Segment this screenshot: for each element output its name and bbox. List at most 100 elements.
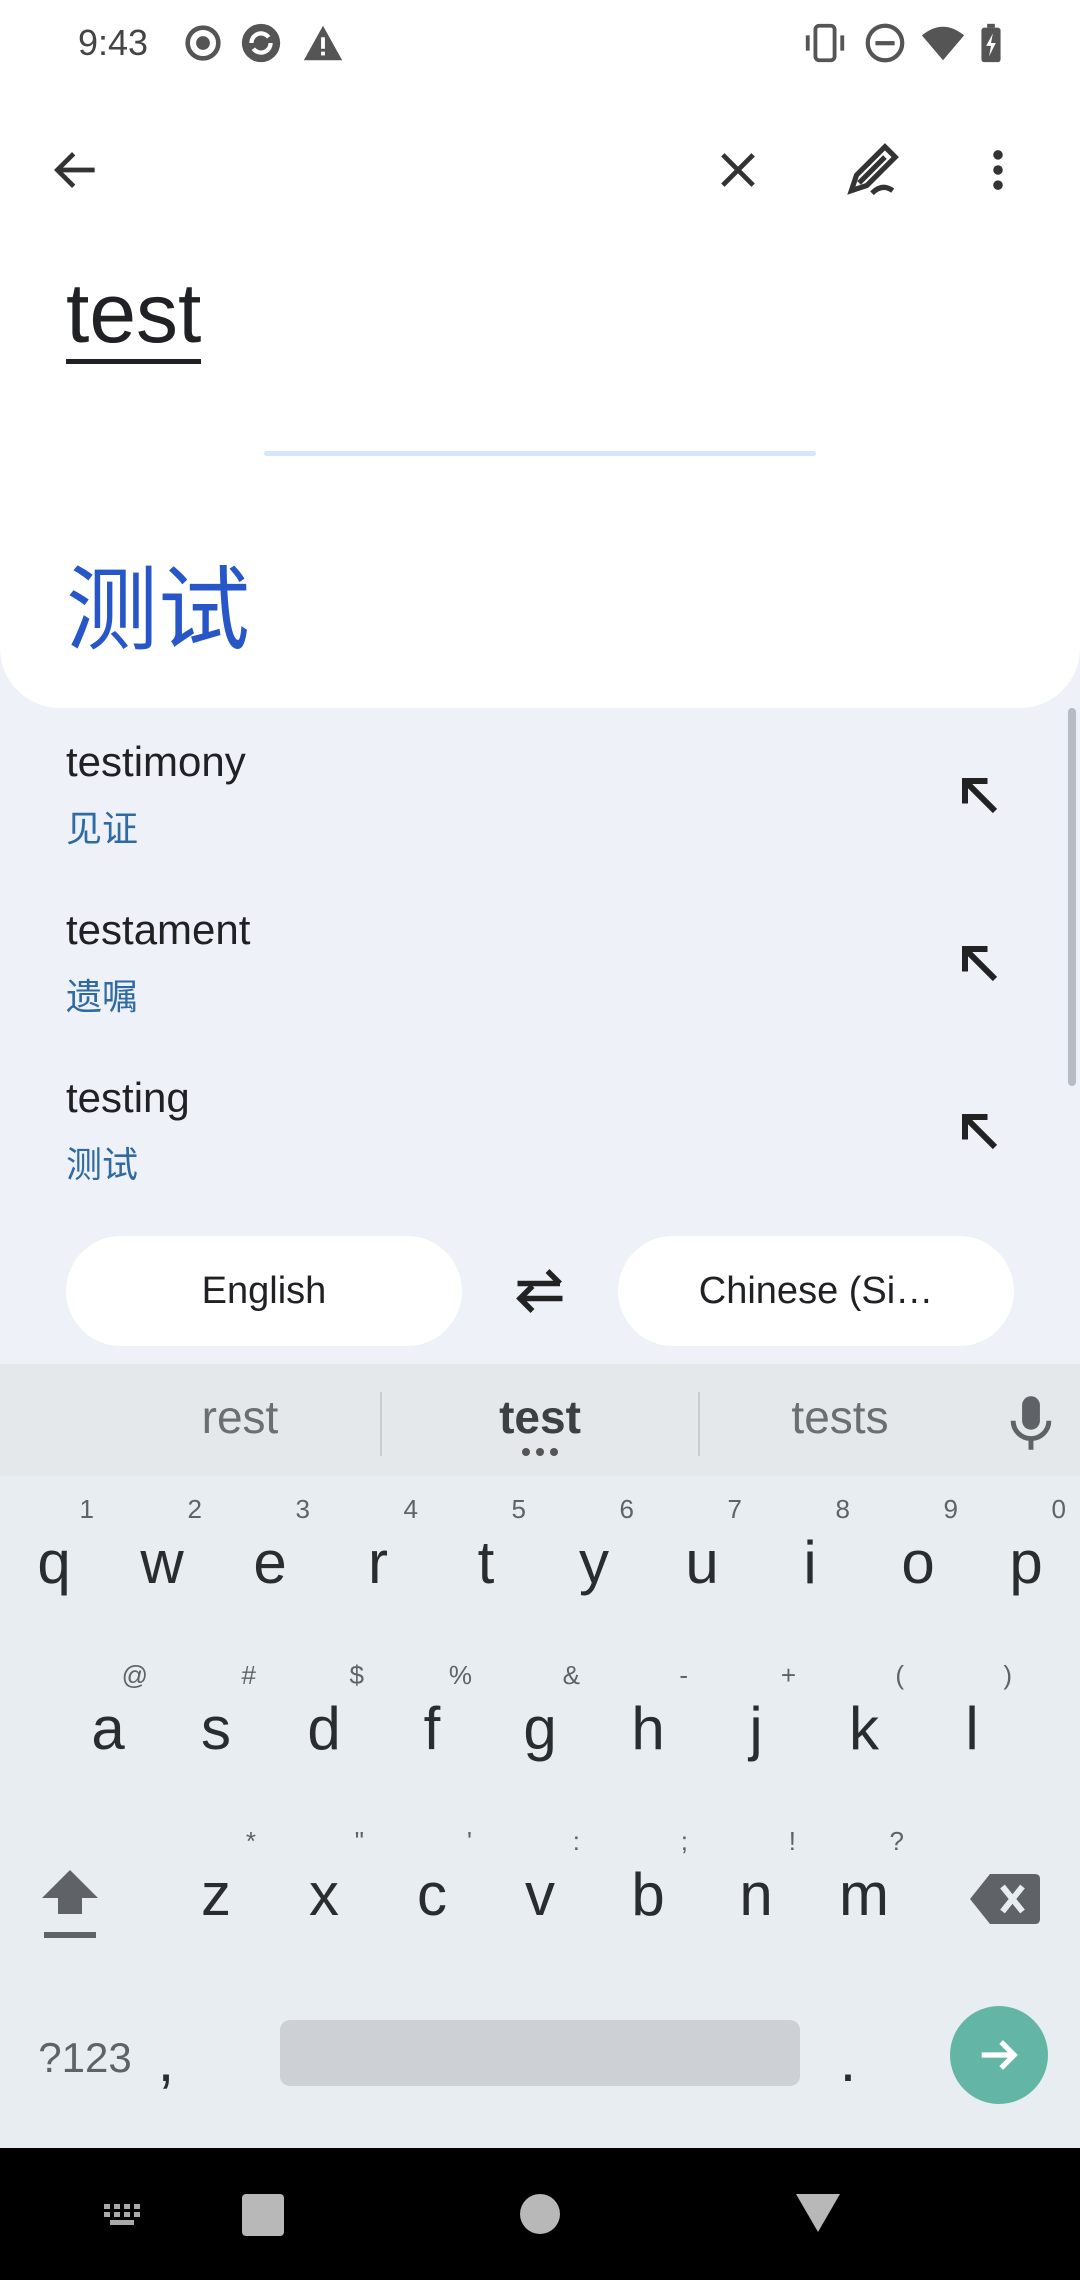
battery-icon [981, 23, 1001, 63]
home-button[interactable] [520, 2194, 560, 2234]
back-button[interactable] [36, 130, 116, 210]
translation-card: test 测试 [0, 88, 1080, 708]
navigation-bar [0, 2148, 1080, 2280]
key-r[interactable]: 4r [328, 1492, 428, 1612]
key-s[interactable]: # s [166, 1658, 266, 1778]
sync-icon [241, 23, 281, 63]
keyboard-suggestion-bar: rest test tests [0, 1364, 1080, 1476]
key-letter: r [368, 1529, 388, 1596]
key-hint: 3 [295, 1494, 310, 1524]
dnd-icon [865, 23, 905, 63]
suggestion-translation: 测试 [66, 1145, 139, 1186]
key-z[interactable]: * z [166, 1824, 266, 1944]
shift-key[interactable] [20, 1824, 120, 1944]
key-q[interactable]: 1q [4, 1492, 104, 1612]
more-button[interactable] [958, 130, 1038, 210]
key-n[interactable]: ! n [706, 1824, 806, 1944]
arrow-up-left-icon[interactable] [950, 934, 1010, 994]
target-language-button[interactable]: Chinese (Si… [618, 1236, 1014, 1346]
microphone-icon[interactable] [1004, 1394, 1058, 1452]
key-letter: v [525, 1861, 555, 1928]
key-w[interactable]: 2w [112, 1492, 212, 1612]
backspace-key[interactable] [950, 1824, 1060, 1944]
key-hint: $ [349, 1660, 364, 1690]
period-key[interactable]: . [814, 1990, 914, 2110]
space-bar[interactable] [280, 2020, 800, 2086]
more-suggestions-icon[interactable] [518, 1446, 562, 1458]
key-d[interactable]: $ d [274, 1658, 374, 1778]
swap-languages-button[interactable] [500, 1256, 580, 1326]
arrow-up-left-icon[interactable] [950, 766, 1010, 826]
suggestion-item[interactable]: testament 遗嘱 [0, 876, 1070, 1044]
key-hint: * [245, 1826, 256, 1856]
keyboard-suggestion[interactable]: tests [690, 1390, 990, 1444]
comma-key[interactable]: , [158, 1990, 266, 2110]
suggestion-word: testament [66, 906, 251, 953]
suggestion-translation: 见证 [66, 809, 139, 850]
key-o[interactable]: 9o [868, 1492, 968, 1612]
key-h[interactable]: -h [598, 1658, 698, 1778]
handwriting-button[interactable] [832, 130, 912, 210]
status-time: 9:43 [78, 22, 149, 63]
key-letter: h [631, 1695, 665, 1762]
key-p[interactable]: 0p [976, 1492, 1076, 1612]
recents-button[interactable] [242, 2194, 284, 2236]
suggestion-separator [380, 1392, 382, 1456]
wifi-icon [921, 26, 965, 61]
key-hint: 7 [727, 1494, 742, 1524]
source-text-input[interactable]: test [66, 268, 202, 364]
record-icon [185, 25, 221, 61]
more-vert-icon [993, 150, 1003, 190]
key-hint: # [241, 1660, 256, 1690]
key-g[interactable]: & g [490, 1658, 590, 1778]
key-e[interactable]: 3e [220, 1492, 320, 1612]
key-letter: z [201, 1861, 231, 1928]
suggestion-translation: 遗嘱 [66, 977, 139, 1018]
key-hint: % [448, 1660, 472, 1690]
back-triangle-icon[interactable] [794, 2192, 842, 2234]
key-letter: d [307, 1695, 341, 1762]
key-letter: i [803, 1529, 817, 1596]
key-i[interactable]: 8i [760, 1492, 860, 1612]
key-letter: x [309, 1861, 339, 1928]
key-letter: c [417, 1861, 447, 1928]
suggestion-item[interactable]: testimony 见证 [0, 708, 1070, 876]
enter-button[interactable] [950, 2006, 1048, 2104]
key-letter: f [423, 1695, 441, 1762]
key-hint: ) [1003, 1660, 1012, 1690]
vibrate-icon [805, 23, 845, 63]
key-letter: , [157, 2027, 175, 2094]
clear-button[interactable] [698, 130, 778, 210]
close-icon [721, 153, 755, 187]
key-u[interactable]: 7u [652, 1492, 752, 1612]
key-t[interactable]: 5t [436, 1492, 536, 1612]
key-m[interactable]: ? m [814, 1824, 914, 1944]
key-hint: @ [121, 1660, 148, 1690]
key-b[interactable]: ; b [598, 1824, 698, 1944]
key-y[interactable]: 6y [544, 1492, 644, 1612]
arrow-up-left-icon[interactable] [950, 1102, 1010, 1162]
keyboard-suggestion-selected[interactable]: test [390, 1390, 690, 1444]
key-l[interactable]: ) l [922, 1658, 1022, 1778]
key-a[interactable]: @ a [58, 1658, 158, 1778]
key-letter: p [1009, 1529, 1043, 1596]
key-letter: l [965, 1695, 979, 1762]
key-letter: s [201, 1695, 231, 1762]
swap-icon [516, 1269, 563, 1313]
source-language-button[interactable]: English [66, 1236, 462, 1346]
key-v[interactable]: :v [490, 1824, 590, 1944]
key-k[interactable]: (k [814, 1658, 914, 1778]
key-j[interactable]: + j [706, 1658, 806, 1778]
key-f[interactable]: % f [382, 1658, 482, 1778]
suggestion-item[interactable]: testing 测试 [0, 1044, 1070, 1212]
key-c[interactable]: ' c [382, 1824, 482, 1944]
scrollbar[interactable] [1068, 708, 1076, 1086]
status-bar: 9:43 [0, 0, 1080, 88]
translation-result: 测试 [66, 557, 251, 664]
key-hint: & [562, 1660, 580, 1690]
key-hint: ' [467, 1826, 472, 1856]
keyboard-suggestion[interactable]: rest [90, 1390, 390, 1444]
key-hint: 8 [835, 1494, 850, 1524]
key-x[interactable]: " x [274, 1824, 374, 1944]
keyboard-hide-icon[interactable] [100, 2198, 148, 2230]
